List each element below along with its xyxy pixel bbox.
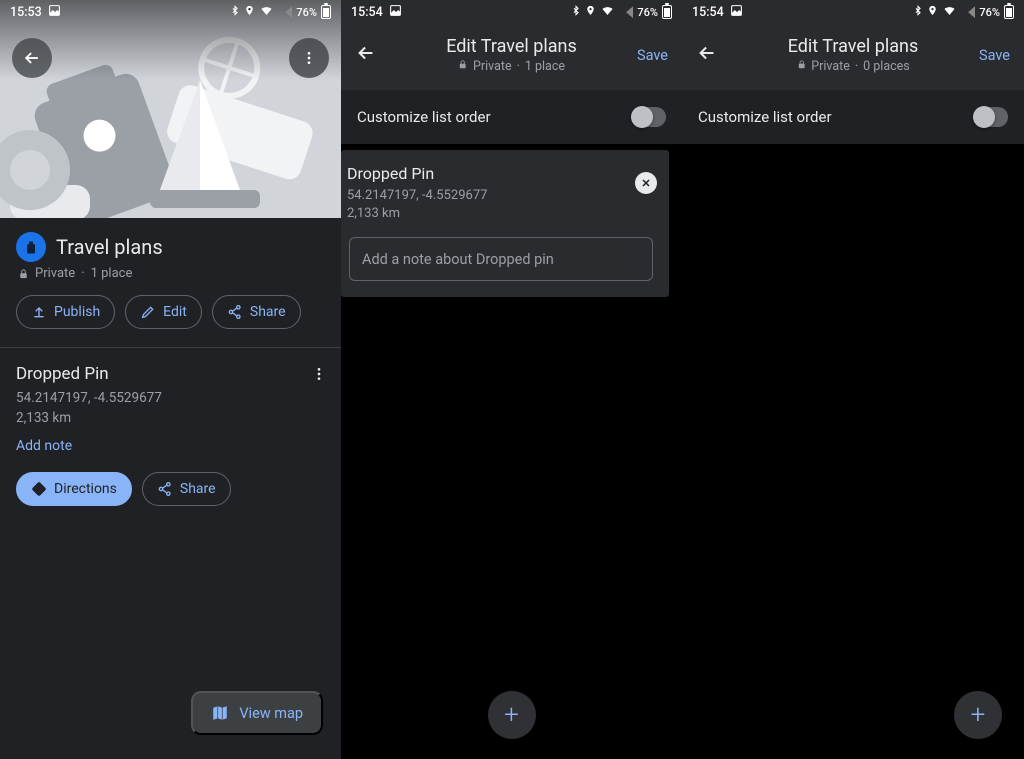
wifi-icon [259, 5, 274, 20]
upload-icon [31, 304, 47, 320]
more-vert-icon [311, 366, 327, 382]
place-title: Dropped Pin [16, 364, 325, 384]
place-distance: 2,133 km [16, 410, 325, 426]
signal-icon [961, 6, 975, 18]
panel-edit-empty: 15:54 76% Edit Travel plans Private·0 pl… [682, 0, 1024, 759]
view-map-button[interactable]: View map [191, 691, 323, 735]
panel-edit-one-place: 15:54 76% Edit Travel plans Private·1 pl… [341, 0, 682, 759]
signal-icon [278, 6, 292, 18]
save-button[interactable]: Save [979, 47, 1010, 64]
customize-order-label: Customize list order [357, 108, 491, 126]
bluetooth-icon [571, 4, 581, 20]
pencil-icon [140, 304, 156, 320]
picture-indicator-icon [730, 4, 743, 20]
wifi-icon [942, 5, 957, 20]
edit-title: Edit Travel plans [446, 36, 577, 57]
edit-subtitle: Private·1 place [446, 59, 577, 74]
add-place-fab[interactable]: + [954, 691, 1002, 739]
battery-percent: 76% [637, 6, 658, 19]
customize-order-label: Customize list order [698, 108, 832, 126]
list-subtitle: Private · 1 place [0, 266, 341, 295]
arrow-back-icon [22, 48, 42, 68]
panel-list-view: 15:53 76% Tra [0, 0, 341, 759]
edit-subtitle: Private·0 places [788, 59, 919, 74]
more-vert-icon [301, 50, 317, 66]
bluetooth-icon [230, 4, 240, 20]
status-clock: 15:54 [692, 5, 724, 20]
battery-icon [321, 5, 331, 19]
place-overflow-button[interactable] [311, 366, 327, 386]
bluetooth-icon [913, 4, 923, 20]
picture-indicator-icon [48, 4, 61, 20]
remove-place-button[interactable] [635, 172, 657, 194]
directions-icon [31, 481, 47, 497]
lock-icon [796, 59, 806, 74]
lock-icon [18, 268, 29, 280]
close-icon [640, 177, 652, 189]
customize-order-row[interactable]: Customize list order [682, 90, 1024, 144]
card-title: Dropped Pin [347, 164, 655, 183]
battery-percent: 76% [296, 6, 317, 19]
location-icon [585, 4, 596, 20]
note-placeholder: Add a note about Dropped pin [362, 251, 554, 268]
share-icon [227, 304, 243, 320]
battery-icon [1004, 5, 1014, 19]
save-button[interactable]: Save [637, 47, 668, 64]
arrow-back-icon [355, 42, 377, 64]
location-icon [927, 4, 938, 20]
arrow-back-icon [696, 42, 718, 64]
add-note-link[interactable]: Add note [16, 438, 325, 454]
share-icon [157, 481, 173, 497]
status-bar: 15:54 76% [682, 0, 1024, 24]
status-clock: 15:53 [10, 5, 42, 20]
picture-indicator-icon [389, 4, 402, 20]
status-bar: 15:54 76% [341, 0, 682, 24]
plus-icon: + [971, 702, 986, 728]
status-bar: 15:53 76% [0, 0, 341, 24]
wifi-icon [600, 5, 615, 20]
map-icon [211, 704, 229, 722]
place-share-button[interactable]: Share [142, 472, 231, 506]
share-button[interactable]: Share [212, 295, 301, 329]
location-icon [244, 4, 255, 20]
edit-button[interactable]: Edit [125, 295, 202, 329]
note-input[interactable]: Add a note about Dropped pin [349, 237, 653, 281]
customize-order-toggle[interactable] [632, 107, 666, 127]
battery-percent: 76% [979, 6, 1000, 19]
overflow-menu-button[interactable] [289, 38, 329, 78]
customize-order-toggle[interactable] [974, 107, 1008, 127]
customize-order-row[interactable]: Customize list order [341, 90, 682, 144]
signal-icon [619, 6, 633, 18]
plus-icon: + [504, 702, 519, 728]
edit-title: Edit Travel plans [788, 36, 919, 57]
card-coordinates: 54.2147197, -4.5529677 [347, 188, 655, 203]
place-item[interactable]: Dropped Pin 54.2147197, -4.5529677 2,133… [0, 348, 341, 518]
battery-icon [662, 5, 672, 19]
status-clock: 15:54 [351, 5, 383, 20]
place-edit-card: Dropped Pin 54.2147197, -4.5529677 2,133… [341, 150, 669, 297]
add-place-fab[interactable]: + [488, 691, 536, 739]
back-button[interactable] [355, 42, 377, 68]
lock-icon [458, 59, 468, 74]
publish-button[interactable]: Publish [16, 295, 115, 329]
list-title: Travel plans [56, 235, 163, 259]
directions-button[interactable]: Directions [16, 472, 132, 506]
hero-image [0, 0, 341, 218]
place-coordinates: 54.2147197, -4.5529677 [16, 390, 325, 406]
back-button[interactable] [12, 38, 52, 78]
list-suitcase-icon [16, 232, 46, 262]
card-distance: 2,133 km [347, 206, 655, 221]
back-button[interactable] [696, 42, 718, 68]
